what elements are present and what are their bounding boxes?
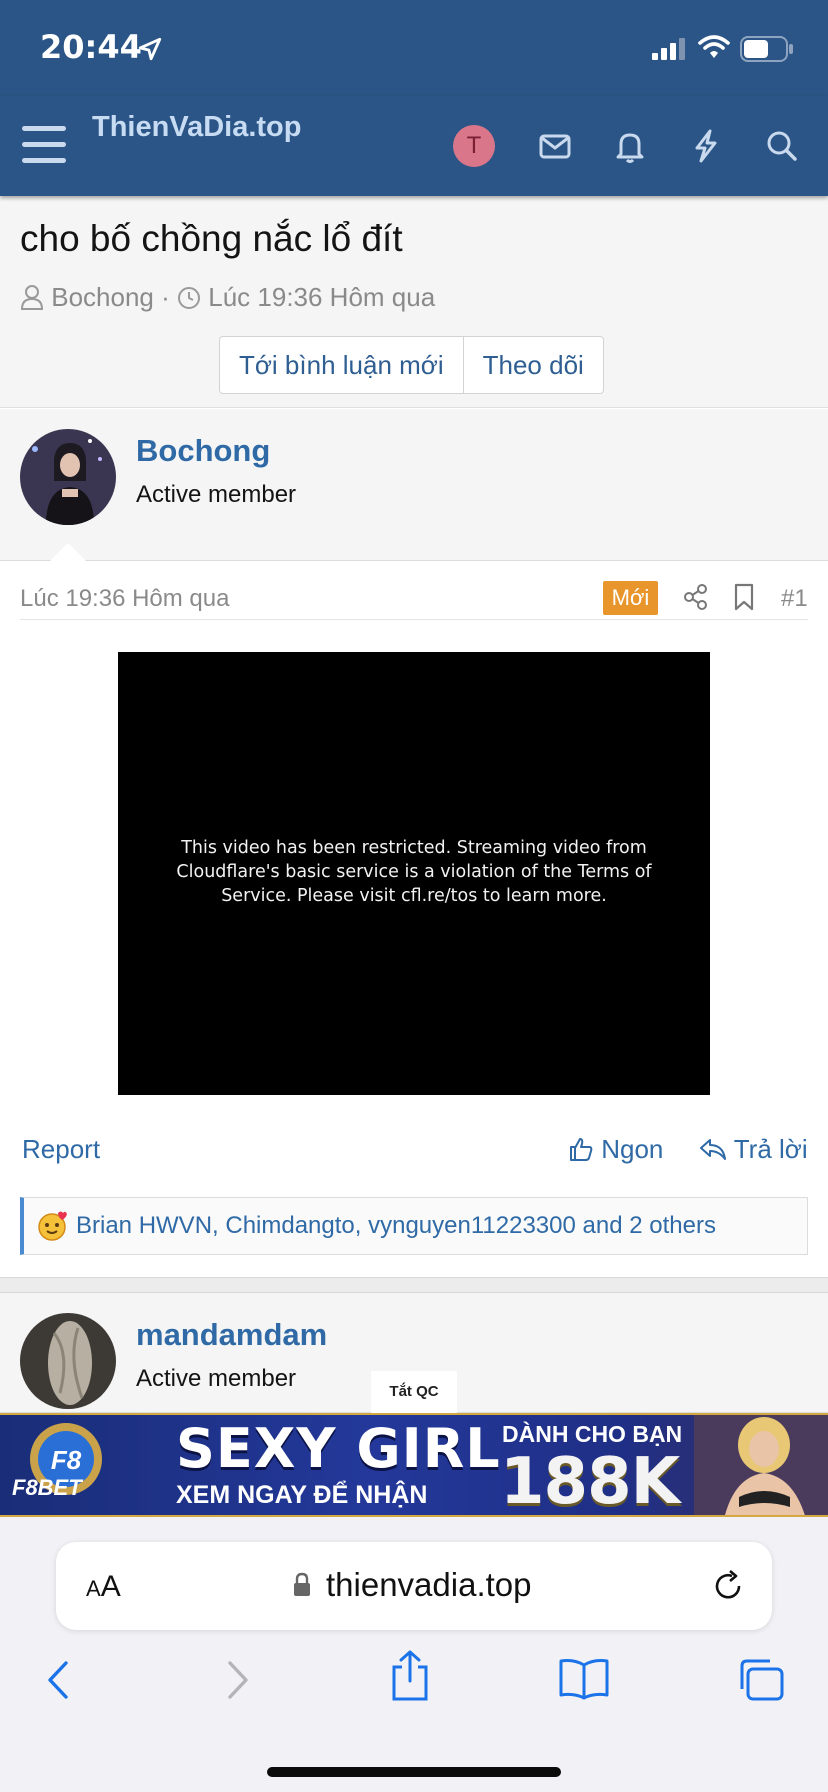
post-author-bar: Bochong Active member	[0, 409, 828, 561]
reload-icon[interactable]	[710, 1568, 746, 1604]
author-name[interactable]: Bochong	[136, 433, 270, 469]
lightning-icon[interactable]	[686, 126, 726, 166]
post-date[interactable]: Lúc 19:36 Hôm qua	[20, 585, 229, 613]
ad-brand: F8BET	[12, 1475, 82, 1500]
thread-button-group: Tới bình luận mới Theo dõi	[219, 336, 604, 394]
reader-options-button[interactable]: AA	[86, 1570, 121, 1604]
thread-time[interactable]: Lúc 19:36 Hôm qua	[208, 282, 435, 312]
user-avatar[interactable]: T	[453, 125, 495, 167]
search-icon[interactable]	[762, 126, 802, 166]
post-separator	[0, 1277, 828, 1293]
ad-subline: XEM NGAY ĐỂ NHẬN	[176, 1481, 428, 1509]
post-number[interactable]: #1	[781, 585, 808, 613]
tabs-icon[interactable]	[736, 1657, 786, 1703]
url-text[interactable]: thienvadia.top	[326, 1566, 532, 1604]
like-button[interactable]: Ngon	[568, 1134, 663, 1165]
ad-banner[interactable]: F8 F8BET SEXY GIRL XEM NGAY ĐỂ NHẬN DÀNH…	[0, 1413, 828, 1517]
bookmarks-icon[interactable]	[558, 1657, 610, 1701]
post: Lúc 19:36 Hôm qua Mới #1 This video has …	[0, 561, 828, 1277]
video-player[interactable]: This video has been restricted. Streamin…	[118, 652, 710, 1095]
avatar[interactable]	[20, 429, 116, 525]
site-navbar: ThienVaDia.top T	[0, 96, 828, 196]
reactions-users[interactable]: Brian HWVN, Chimdangto, vynguyen11223300…	[76, 1212, 716, 1240]
status-time: 20:44	[40, 28, 142, 66]
battery-icon	[740, 36, 793, 62]
author-role: Active member	[136, 1365, 297, 1392]
ad-headline: SEXY GIRL	[176, 1417, 501, 1480]
author-name[interactable]: mandamdam	[136, 1317, 327, 1353]
love-emoji-icon	[38, 1211, 67, 1241]
thread-meta: Bochong · Lúc 19:36 Hôm qua	[20, 282, 435, 313]
user-icon	[20, 285, 44, 310]
wifi-icon	[698, 35, 730, 58]
bell-icon[interactable]	[610, 126, 650, 166]
thread-title: cho bố chồng nắc lổ đít	[20, 218, 403, 259]
report-link[interactable]: Report	[22, 1134, 100, 1165]
reply-label: Trả lời	[733, 1134, 808, 1164]
watch-button[interactable]: Theo dõi	[462, 337, 603, 393]
ad-model-image	[694, 1415, 828, 1515]
browser-bottom-bar: AA thienvadia.top	[0, 1517, 828, 1792]
bookmark-icon[interactable]	[733, 583, 755, 611]
clock-icon	[178, 287, 201, 309]
reply-icon	[700, 1139, 726, 1160]
reply-button[interactable]: Trả lời	[699, 1134, 808, 1165]
next-post-author-bar: mandamdam Active member Tắt QC	[0, 1293, 828, 1413]
back-icon[interactable]	[40, 1657, 76, 1703]
forward-icon[interactable]	[220, 1657, 256, 1703]
lock-icon	[294, 1572, 310, 1596]
reactions-bar[interactable]: Brian HWVN, Chimdangto, vynguyen11223300…	[20, 1197, 808, 1255]
video-restricted-message: This video has been restricted. Streamin…	[176, 838, 652, 906]
signal-icon	[652, 38, 685, 60]
divider	[20, 619, 808, 620]
site-logo-title[interactable]: ThienVaDia.top	[92, 106, 302, 148]
new-badge: Mới	[603, 581, 658, 615]
hide-ad-button[interactable]: Tắt QC	[371, 1371, 457, 1413]
thread-author[interactable]: Bochong	[51, 282, 154, 312]
like-label: Ngon	[601, 1134, 664, 1164]
avatar[interactable]	[20, 1313, 116, 1409]
location-arrow-icon	[138, 37, 162, 61]
address-bar[interactable]: AA thienvadia.top	[56, 1542, 772, 1630]
ad-amount: 188K	[500, 1445, 680, 1517]
thumbs-up-icon	[570, 1138, 593, 1161]
jump-to-new-button[interactable]: Tới bình luận mới	[220, 337, 463, 393]
menu-icon[interactable]	[22, 126, 66, 166]
svg-text:F8: F8	[51, 1445, 82, 1475]
thread-header: cho bố chồng nắc lổ đít Bochong · Lúc 19…	[0, 196, 828, 408]
share-sheet-icon[interactable]	[388, 1649, 432, 1703]
mail-icon[interactable]	[535, 126, 575, 166]
status-bar: 20:44	[0, 0, 828, 96]
author-role: Active member	[136, 481, 297, 508]
share-icon[interactable]	[683, 583, 709, 611]
ad-for-you: DÀNH CHO BẠN	[502, 1421, 683, 1447]
home-indicator	[267, 1767, 561, 1777]
speech-pointer	[50, 543, 86, 561]
